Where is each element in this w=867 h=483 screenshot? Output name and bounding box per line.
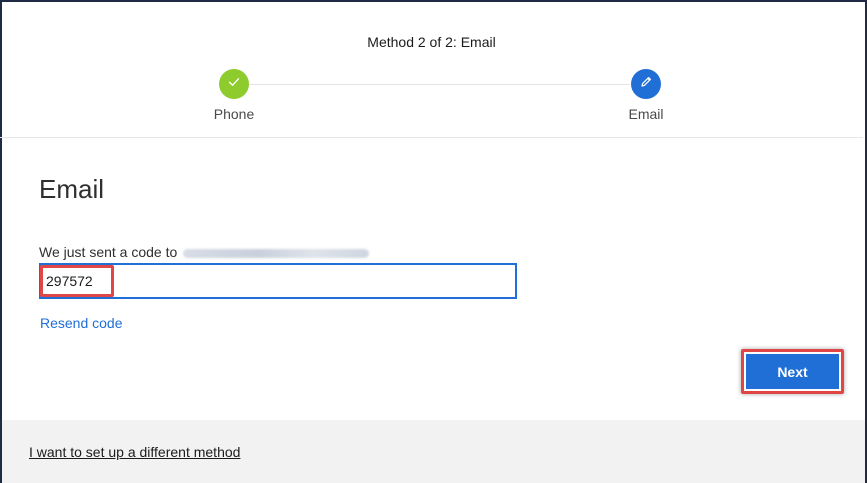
step-label-phone: Phone [213, 106, 255, 122]
verification-code-input[interactable] [39, 263, 517, 299]
redacted-email [183, 248, 370, 258]
pencil-icon [638, 74, 654, 95]
step-phone-complete [219, 69, 249, 99]
method-title: Method 2 of 2: Email [367, 34, 496, 50]
step-email-current [631, 69, 661, 99]
step-label-email: Email [628, 106, 664, 122]
code-sent-label: We just sent a code to [39, 244, 178, 260]
progress-header: Method 2 of 2: Email Phone Email [0, 0, 863, 138]
different-method-link[interactable]: I want to set up a different method [29, 444, 240, 460]
resend-code-link[interactable]: Resend code [40, 315, 123, 331]
next-button[interactable]: Next [746, 354, 839, 389]
code-sent-text: We just sent a code to [39, 244, 370, 260]
page-title: Email [39, 174, 105, 204]
progress-line [248, 84, 630, 85]
check-icon [227, 75, 241, 94]
